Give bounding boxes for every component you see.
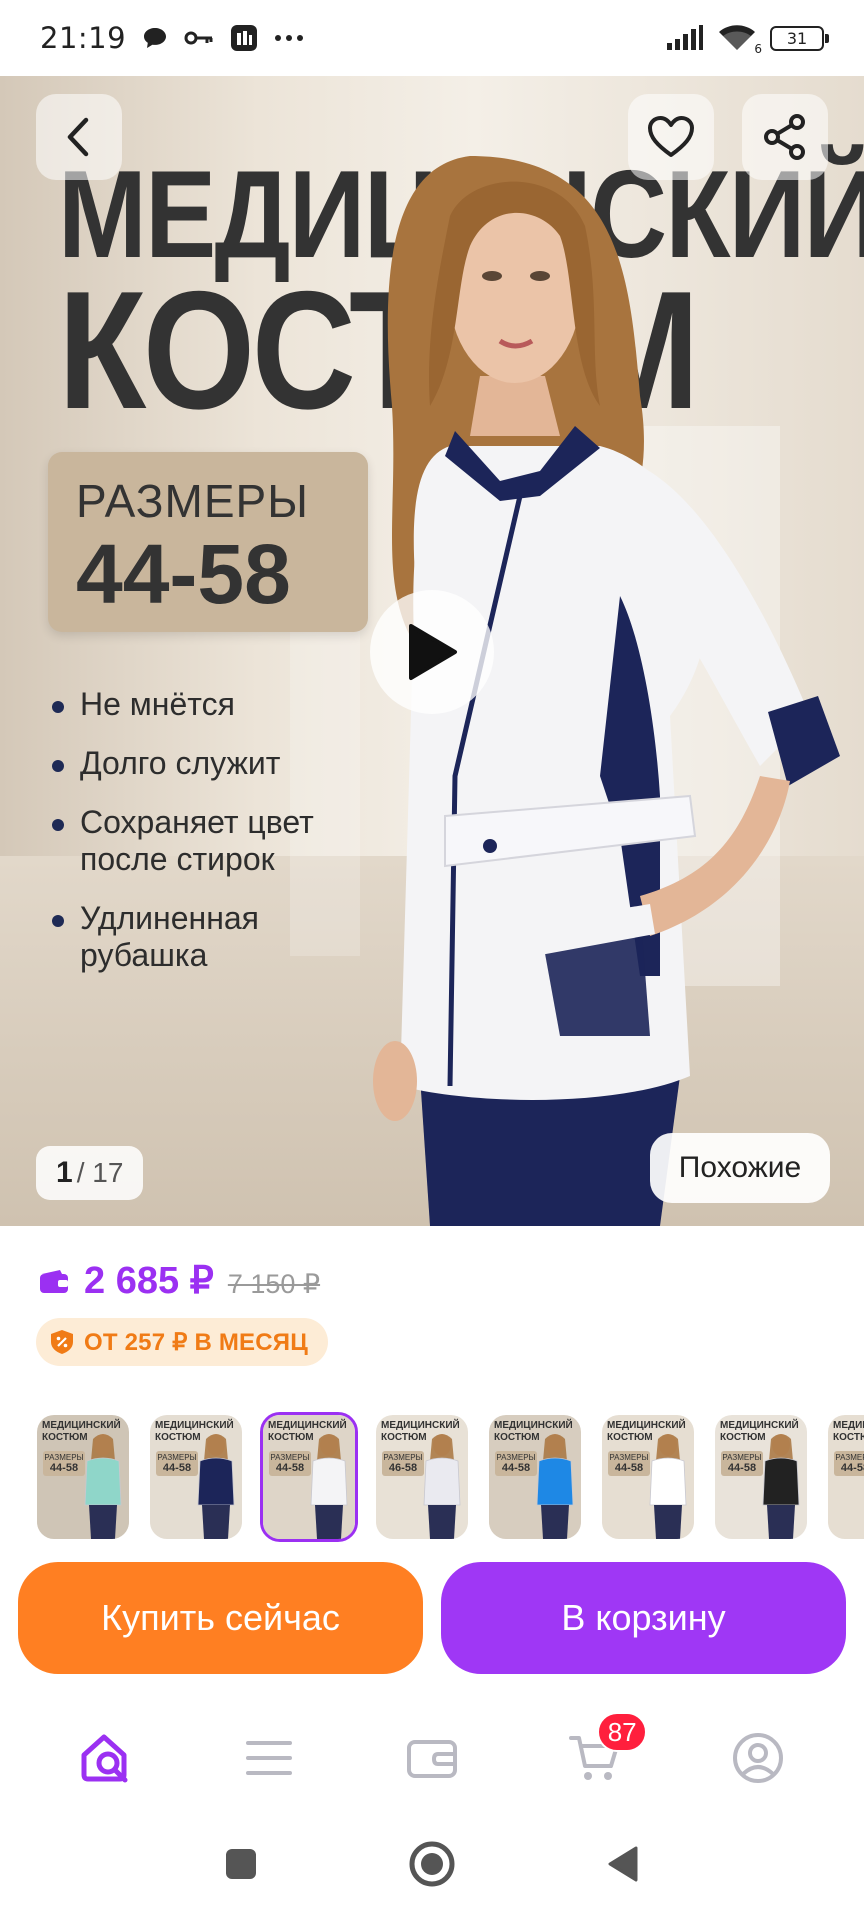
nav-cart[interactable]: 87 (555, 1712, 648, 1798)
bottom-navigation: 87 (0, 1708, 864, 1808)
share-icon (764, 114, 805, 160)
thumbnail[interactable]: МЕДИЦИНСКИЙ КОСТЮМ РАЗМЕРЫ 46-58 (373, 1412, 471, 1542)
thumbnail-model (649, 1434, 687, 1539)
cart-count-badge: 87 (597, 1712, 648, 1752)
battery-icon: 31 (770, 25, 829, 51)
action-bar: Купить сейчас В корзину (0, 1548, 864, 1708)
model-hand (373, 1041, 417, 1121)
play-video-button[interactable] (370, 590, 494, 714)
status-bar: 21:19 6 31 (0, 0, 864, 76)
image-counter: 1 / 17 (36, 1146, 144, 1200)
key-icon (184, 31, 213, 45)
model-neck (470, 376, 560, 436)
feature-item: Удлиненная рубашка (52, 900, 382, 974)
feature-item: Не мнётся (52, 686, 382, 723)
status-time: 21:19 (40, 21, 127, 55)
app-screen: 21:19 6 31 МЕДИЦИНСКИЙ КОСТЮМ (0, 0, 864, 1920)
signal-icon (667, 25, 703, 50)
thumbnail-title: МЕДИЦИНСКИЙ КОСТЮМ (833, 1420, 864, 1443)
thumbnail[interactable]: МЕДИЦИНСКИЙ КОСТЮМРАЗМЕРЫ44-58 (147, 1412, 245, 1542)
image-counter-current: 1 (56, 1156, 73, 1189)
home-circle-icon[interactable] (408, 1840, 456, 1888)
share-button[interactable] (742, 94, 828, 180)
chevron-left-icon (67, 117, 89, 157)
discount-shield-icon (51, 1330, 73, 1354)
thumbnail-model (84, 1434, 122, 1539)
wifi-icon (719, 25, 755, 50)
image-counter-total: / 17 (76, 1157, 124, 1188)
catalog-menu-icon (245, 1741, 292, 1775)
thumbnail[interactable]: МЕДИЦИНСКИЙ КОСТЮМРАЗМЕРЫ44-58 (486, 1412, 584, 1542)
wallet-price-icon (40, 1269, 68, 1293)
recents-square-icon[interactable] (224, 1847, 258, 1881)
sizes-badge: РАЗМЕРЫ 44-58 (48, 452, 368, 632)
installment-text: ОТ 257 ₽ В МЕСЯЦ (84, 1328, 308, 1356)
app-icon (231, 25, 258, 51)
thumbnail-model (310, 1434, 348, 1539)
thumbnail[interactable]: МЕДИЦИНСКИЙ КОСТЮМРАЗМЕРЫ44-58 (34, 1412, 132, 1542)
wifi-label: 6 (754, 42, 762, 56)
nav-catalog[interactable] (229, 1718, 309, 1798)
price-row: 2 685 ₽ 7 150 ₽ (38, 1258, 320, 1303)
nav-wallet[interactable] (392, 1718, 472, 1798)
heart-icon (648, 116, 694, 157)
profile-icon (733, 1733, 784, 1783)
wallet-icon (406, 1740, 457, 1778)
sizes-label: РАЗМЕРЫ (76, 475, 309, 527)
system-navigation-bar (0, 1808, 864, 1920)
thumbnail[interactable]: МЕДИЦИНСКИЙ КОСТЮМ РАЗМЕРЫ44-58 (825, 1412, 864, 1542)
thumbnail-model (197, 1434, 235, 1539)
current-price: 2 685 ₽ (84, 1260, 214, 1302)
add-to-cart-button[interactable]: В корзину (441, 1562, 846, 1674)
feature-item: Сохраняет цвет после стирок (52, 804, 382, 878)
feature-item: Долго служит (52, 745, 382, 782)
product-image-gallery[interactable]: МЕДИЦИНСКИЙ КОСТЮМ (0, 76, 864, 1226)
sizes-range: 44-58 (76, 527, 291, 621)
nav-profile[interactable] (718, 1718, 798, 1798)
features-list: Не мнётся Долго служит Сохраняет цвет по… (52, 686, 382, 996)
thumbnail-model (423, 1434, 461, 1539)
thumbnail[interactable]: МЕДИЦИНСКИЙ КОСТЮМРАЗМЕРЫ44-58 (712, 1412, 810, 1542)
home-search-icon (81, 1734, 128, 1783)
nav-home[interactable] (66, 1718, 146, 1798)
thumbnail-size-label: РАЗМЕРЫ (835, 1453, 864, 1462)
thumbnail[interactable]: МЕДИЦИНСКИЙ КОСТЮМРАЗМЕРЫ44-58 (599, 1412, 697, 1542)
thumbnail-size-range: 44-58 (840, 1462, 864, 1474)
buy-now-button[interactable]: Купить сейчас (18, 1562, 423, 1674)
thumbnail-model (762, 1434, 800, 1539)
favorite-button[interactable] (628, 94, 714, 180)
thumbnail[interactable]: МЕДИЦИНСКИЙ КОСТЮМРАЗМЕРЫ44-58 (260, 1412, 358, 1542)
back-triangle-icon[interactable] (606, 1845, 640, 1883)
old-price: 7 150 ₽ (227, 1269, 321, 1299)
thumbnail-strip[interactable]: МЕДИЦИНСКИЙ КОСТЮМ РАЗМЕРЫ 44-58 МЕДИЦИНСКИ… (34, 1412, 864, 1544)
battery-level: 31 (786, 28, 808, 48)
chat-bubble-icon (144, 28, 167, 48)
status-system-icons: 6 31 (666, 24, 829, 56)
wifi-indicator: 6 (718, 24, 762, 56)
status-notifications (142, 24, 304, 52)
back-button[interactable] (36, 94, 122, 180)
installment-badge[interactable]: ОТ 257 ₽ В МЕСЯЦ (36, 1318, 328, 1366)
similar-products-button[interactable]: Похожие (650, 1133, 830, 1203)
thumbnail-sizes: РАЗМЕРЫ44-58 (834, 1451, 864, 1476)
more-dots-icon (275, 35, 304, 41)
play-icon (409, 624, 457, 680)
thumbnail-model (536, 1434, 574, 1539)
